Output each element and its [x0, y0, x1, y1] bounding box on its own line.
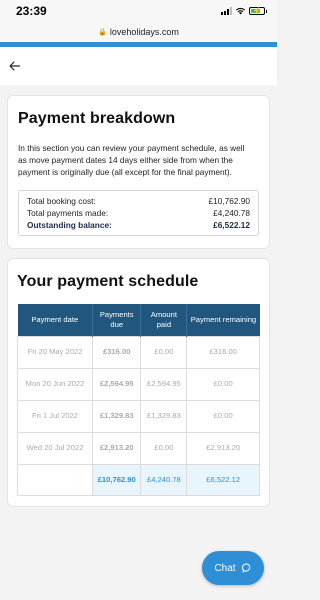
breakdown-title: Payment breakdown: [18, 110, 176, 127]
table-row: Fri 1 Jul 2022 £1,329.83 £1,329.83 £0.00: [16, 399, 260, 433]
cell-due: £316.00: [92, 335, 142, 369]
cell-date: Fri 20 May 2022: [16, 335, 94, 369]
table-row: Mon 20 Jun 2022 £2,594.95 £2,594.95 £0.0…: [16, 367, 260, 401]
status-time: 23:39: [16, 4, 47, 18]
table-totals-row: £10,762.90 £4,240.78 £6,522.12: [16, 463, 260, 496]
chat-bubble-icon: [241, 563, 250, 573]
summary-label: Total payments made:: [27, 208, 109, 218]
url-bar[interactable]: 🔒 loveholidays.com: [0, 22, 277, 42]
total-due: £10,762.90: [92, 463, 142, 496]
header-payments-due: Payments due: [92, 304, 142, 336]
battery-icon: ⚡: [249, 7, 267, 15]
url-text: loveholidays.com: [109, 27, 179, 37]
nav-row: [0, 47, 277, 85]
signal-icon: [221, 7, 232, 15]
summary-value: £6,522.12: [213, 220, 250, 230]
payment-schedule-card: Your payment schedule Payment date Payme…: [7, 258, 270, 507]
cell-totals-blank: [16, 463, 94, 496]
header-payment-date: Payment date: [17, 304, 94, 336]
summary-label: Total booking cost:: [27, 196, 96, 206]
total-remaining: £6,522.12: [186, 463, 260, 496]
cell-date: Fri 1 Jul 2022: [16, 399, 94, 433]
status-icons: ⚡: [221, 7, 267, 15]
payment-schedule-table: Payment date Payments due Amount paid Pa…: [16, 304, 260, 496]
status-bar: 23:39 ⚡: [0, 0, 277, 22]
summary-row-total-cost: Total booking cost: £10,762.90: [27, 195, 250, 207]
cell-date: Mon 20 Jun 2022: [16, 367, 94, 401]
summary-label: Outstanding balance:: [27, 220, 112, 230]
header-payment-remaining: Payment remaining: [186, 304, 260, 336]
cell-paid: £1,329.83: [140, 399, 188, 433]
lock-icon: 🔒: [98, 29, 107, 36]
summary-row-outstanding: Outstanding balance: £6,522.12: [27, 219, 250, 231]
cell-due: £2,913.20: [92, 431, 142, 465]
cell-remaining: £2,913.20: [186, 431, 260, 465]
cell-date: Wed 20 Jul 2022: [16, 431, 94, 465]
table-header-row: Payment date Payments due Amount paid Pa…: [17, 304, 260, 336]
cell-due: £2,594.95: [92, 367, 142, 401]
header-amount-paid: Amount paid: [140, 304, 188, 336]
cell-paid: £0.00: [140, 335, 188, 369]
table-row: Wed 20 Jul 2022 £2,913.20 £0.00 £2,913.2…: [16, 431, 260, 465]
cell-remaining: £0.00: [186, 399, 260, 433]
summary-value: £10,762.90: [208, 196, 250, 206]
summary-row-payments-made: Total payments made: £4,240.78: [27, 207, 250, 219]
wifi-icon: [235, 7, 246, 15]
cell-paid: £0.00: [140, 431, 188, 465]
balance-summary: Total booking cost: £10,762.90 Total pay…: [18, 190, 259, 236]
chat-button[interactable]: Chat: [202, 551, 264, 585]
cell-due: £1,329.83: [92, 399, 142, 433]
arrow-left-icon[interactable]: [6, 58, 22, 74]
cell-paid: £2,594.95: [140, 367, 188, 401]
payment-breakdown-card: Payment breakdown In this section you ca…: [7, 95, 270, 249]
cell-remaining: £0.00: [186, 367, 260, 401]
breakdown-description: In this section you can review your paym…: [18, 143, 245, 177]
total-paid: £4,240.78: [140, 463, 188, 496]
chat-label: Chat: [214, 562, 236, 574]
summary-value: £4,240.78: [213, 208, 250, 218]
table-row: Fri 20 May 2022 £316.00 £0.00 £316.00: [16, 335, 260, 369]
schedule-title: Your payment schedule: [17, 273, 199, 290]
cell-remaining: £316.00: [186, 335, 260, 369]
